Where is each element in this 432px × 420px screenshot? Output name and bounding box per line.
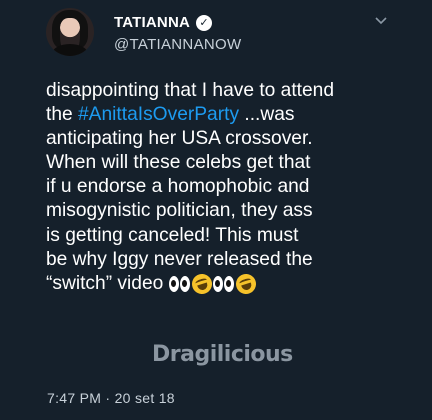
tweet-line: disappointing that I have to attend [46,80,335,101]
verified-badge-icon: ✓ [196,14,213,31]
user-handle[interactable]: @TATIANNANOW [114,36,241,53]
laughing-emoji-icon [233,271,259,297]
display-name[interactable]: TATIANNA [114,14,190,31]
tweet-line: be why Iggy never released the [46,248,313,270]
tweet-line: When will these celebs get that [46,152,311,174]
tweet-line: is getting canceled! This must [46,224,299,246]
tweet-line: “switch” video [46,271,406,297]
tweet-line-text: ...was [239,104,295,126]
tweet-line: the #AnittaIsOverParty ...was [46,103,406,127]
tweet-line-text: “switch” video [46,272,164,294]
watermark-logo: Dragilicious [152,342,293,367]
chevron-down-icon[interactable] [372,12,390,30]
tweet-header: TATIANNA ✓ @TATIANNANOW [46,8,426,56]
tweet-line-text: the [46,104,79,126]
tweet-text: disappointing that I have to attend the … [46,79,406,297]
tweet-timestamp[interactable]: 7:47 PM · 20 set 18 [47,390,175,406]
laughing-emoji-icon [189,271,215,297]
eyes-emoji-icon [213,275,235,292]
tweet-line: if u endorse a homophobic and [46,176,310,198]
tweet-line: misogynistic politician, they ass [46,200,313,222]
hashtag-link[interactable]: #AnittaIsOverParty [78,104,239,125]
name-row: TATIANNA ✓ [114,14,213,31]
avatar[interactable] [46,8,94,56]
tweet-line: anticipating her USA crossover. [46,128,313,150]
emoji-group [169,271,259,297]
eyes-emoji-icon [169,275,191,292]
